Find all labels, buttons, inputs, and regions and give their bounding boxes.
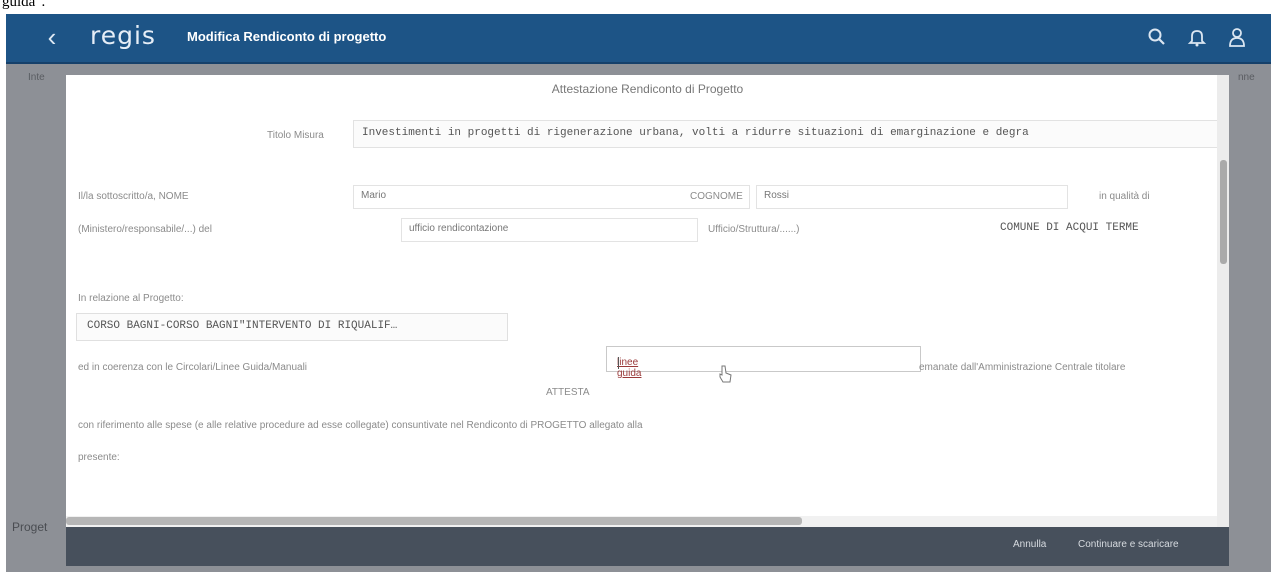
coerenza-label: ed in coerenza con le Circolari/Linee Gu…: [78, 362, 308, 373]
progetto-label: In relazione al Progetto:: [78, 293, 184, 304]
continuare-scaricare-button[interactable]: Continuare e scaricare: [1078, 539, 1179, 550]
vertical-scrollbar-track[interactable]: [1217, 75, 1229, 527]
search-icon[interactable]: [1146, 26, 1168, 48]
backdrop-fragment-right: nne: [1238, 72, 1255, 83]
cognome-value: Rossi: [764, 190, 790, 201]
page-top-fragment: guida".: [0, 0, 1277, 14]
ufficio-value: ufficio rendicontazione: [409, 223, 509, 234]
app-header: ‹ regis Modifica Rendiconto di progetto: [6, 14, 1271, 64]
riferimento-text: con riferimento alle spese (e alle relat…: [78, 420, 643, 431]
back-button[interactable]: ‹: [40, 22, 64, 52]
user-icon[interactable]: [1226, 26, 1248, 48]
cognome-label: COGNOME: [690, 191, 743, 202]
vertical-scrollbar-thumb[interactable]: [1220, 160, 1227, 264]
linee-guida-field[interactable]: linee guida: [606, 346, 921, 379]
text-caret: [618, 357, 619, 369]
progetto-value: CORSO BAGNI-CORSO BAGNI"INTERVENTO DI RI…: [87, 320, 398, 332]
nome-value: Mario: [361, 190, 387, 201]
progetto-field: CORSO BAGNI-CORSO BAGNI"INTERVENTO DI RI…: [76, 313, 508, 341]
attestazione-modal: Attestazione Rendiconto di Progetto Tito…: [66, 75, 1229, 527]
backdrop-fragment-bottom: Proget: [12, 520, 48, 534]
qualita-label: in qualità di: [1099, 191, 1150, 202]
emanate-label: emanate dall'Amministrazione Centrale ti…: [919, 362, 1126, 373]
page-title: Modifica Rendiconto di progetto: [187, 29, 387, 44]
sottoscritto-label: Il/la sottoscritto/a, NOME: [78, 191, 189, 202]
hand-cursor-icon: [719, 365, 732, 383]
cognome-field[interactable]: Rossi: [756, 185, 1068, 209]
backdrop-fragment-left: Inte: [28, 72, 45, 83]
tipo-misura-label: Titolo Misura: [267, 130, 324, 141]
bell-icon[interactable]: [1186, 26, 1208, 48]
modal-footer: Annulla Continuare e scaricare: [66, 527, 1229, 566]
presente-text: presente:: [78, 452, 120, 463]
chevron-left-icon: ‹: [47, 22, 57, 52]
struttura-label: Ufficio/Struttura/......): [708, 224, 800, 235]
tipo-misura-field: Investimenti in progetti di rigenerazion…: [353, 120, 1229, 148]
app-logo: regis: [90, 21, 156, 50]
horizontal-scrollbar-thumb[interactable]: [66, 517, 802, 525]
ministero-label: (Ministero/responsabile/...) del: [78, 224, 212, 235]
ufficio-field[interactable]: ufficio rendicontazione: [401, 218, 698, 242]
attesta-label: ATTESTA: [546, 387, 590, 398]
comune-value: COMUNE DI ACQUI TERME: [1000, 222, 1139, 234]
annulla-button[interactable]: Annulla: [1013, 539, 1046, 550]
modal-title: Attestazione Rendiconto di Progetto: [551, 82, 744, 96]
tipo-misura-value: Investimenti in progetti di rigenerazion…: [362, 127, 1029, 139]
